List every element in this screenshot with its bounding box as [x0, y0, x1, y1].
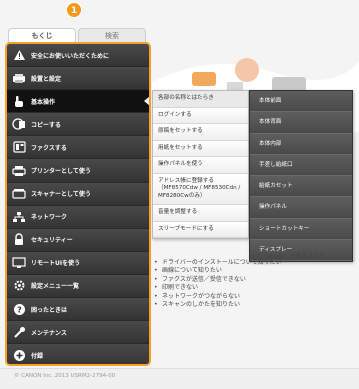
submenu-item[interactable]: 操作パネルを使う [153, 157, 248, 174]
printer-setup-icon [11, 71, 27, 85]
submenu2-item[interactable]: 本体背面 [250, 112, 352, 134]
sidebar-item-label: リモートUIを使う [31, 260, 81, 268]
svg-text:?: ? [17, 305, 22, 314]
sidebar-item-label: メンテナンス [31, 329, 67, 337]
sidebar-item-network[interactable]: ネットワーク [7, 205, 149, 229]
submenu2-item[interactable]: 給紙カセット [250, 176, 352, 198]
sidebar-item-basic-operations[interactable]: 基本操作 [7, 90, 149, 114]
network-icon [11, 210, 27, 224]
sidebar-item-safety[interactable]: 安全にお使いいただくために [7, 44, 149, 68]
callout-badge: 1 [66, 2, 82, 18]
submenu2-item[interactable]: 本体内部 [250, 133, 352, 155]
sidebar-item-label: 設置と設定 [31, 75, 62, 83]
sidebar-item-copy[interactable]: コピーする [7, 113, 149, 137]
hand-pointer-icon [11, 94, 27, 108]
submenu-item[interactable]: スリープモードにする [153, 221, 248, 238]
submenu2-item[interactable]: 操作パネル [250, 197, 352, 219]
sidebar-item-label: 基本操作 [31, 98, 56, 106]
faq-link[interactable]: 印刷できない [150, 284, 355, 293]
sidebar-item-label: セキュリティー [31, 237, 73, 245]
sidebar-item-label: 安全にお使いいただくために [31, 52, 110, 60]
sidebar-item-maintenance[interactable]: メンテナンス [7, 321, 149, 345]
sidebar-item-setup[interactable]: 設置と設定 [7, 67, 149, 91]
submenu2-item[interactable]: ショートカットキー [250, 218, 352, 241]
wrench-icon [11, 325, 27, 339]
sidebar-item-label: 困ったときは [31, 306, 68, 314]
sidebar-item-label: ネットワーク [31, 214, 68, 222]
sidebar-item-troubleshooting[interactable]: ? 困ったときは [7, 298, 149, 322]
fax-icon [11, 140, 27, 154]
sidebar-item-appendix[interactable]: 付録 [7, 344, 149, 364]
submenu-item[interactable]: 各部の名称とはたらき [153, 91, 248, 108]
warning-icon [11, 48, 27, 62]
plus-icon [11, 348, 27, 362]
sidebar-item-scanner[interactable]: スキャナーとして使う [7, 182, 149, 206]
question-icon: ? [11, 302, 27, 316]
sidebar-item-printer[interactable]: プリンターとして使う [7, 159, 149, 183]
faq-link[interactable]: ネットワークがつながらない [150, 293, 355, 302]
submenu-item[interactable]: 用紙をセットする [153, 140, 248, 157]
faq-link[interactable]: スキャンのしかたを知りたい [150, 301, 355, 310]
sidebar-item-label: ファクスする [31, 144, 67, 152]
sidebar-item-remote-ui[interactable]: リモートUIを使う [7, 251, 149, 275]
submenu-item[interactable]: 原稿をセットする [153, 124, 248, 141]
sidebar-item-label: 付録 [31, 352, 44, 360]
faq-list: ドライバーのインストールについて知りたい 画線について知りたい ファクスが送信／… [150, 259, 355, 310]
sidebar-item-settings-menu[interactable]: 設定メニュー一覧 [7, 274, 149, 299]
submenu2-item[interactable]: 本体前面 [250, 91, 352, 113]
submenu-item[interactable]: アドレス帳に登録する（MF8570Cdw / MF8530Cdn / MF828… [153, 173, 248, 205]
submenu-part-names: 本体前面 本体背面 本体内部 手差し給紙口 給紙カセット 操作パネル ショートカ… [249, 90, 353, 263]
sidebar-item-label: コピーする [31, 121, 62, 129]
sidebar-item-label: プリンターとして使う [31, 168, 91, 176]
submenu2-item[interactable]: 手差し給紙口 [250, 154, 352, 177]
sidebar-item-label: スキャナーとして使う [31, 191, 91, 199]
sidebar-item-fax[interactable]: ファクスする [7, 136, 149, 160]
faq-link[interactable]: ファクスが送信／受信できない [150, 276, 355, 285]
submenu-basic-operations: 各部の名称とはたらき ログインする 原稿をセットする 用紙をセットする 操作パネ… [152, 90, 249, 239]
submenu-item[interactable]: 音量を調整する [153, 205, 248, 222]
submenu-item[interactable]: ログインする [153, 107, 248, 124]
copy-icon [11, 117, 27, 131]
printer-icon [11, 164, 27, 178]
sidebar-item-security[interactable]: セキュリティー [7, 228, 149, 252]
monitor-icon [11, 256, 27, 270]
footer-copyright: © CANON Inc. 2013 USRM2-2794-00 [0, 368, 359, 389]
scanner-icon [11, 187, 27, 201]
lock-icon [11, 233, 27, 247]
faq-link[interactable]: 画線について知りたい [150, 267, 355, 276]
gear-icon [11, 279, 27, 293]
sidebar-item-label: 設定メニュー一覧 [31, 283, 80, 291]
sidebar: 安全にお使いいただくために 設置と設定 基本操作 コピーする ファクスする プリ… [5, 42, 151, 366]
